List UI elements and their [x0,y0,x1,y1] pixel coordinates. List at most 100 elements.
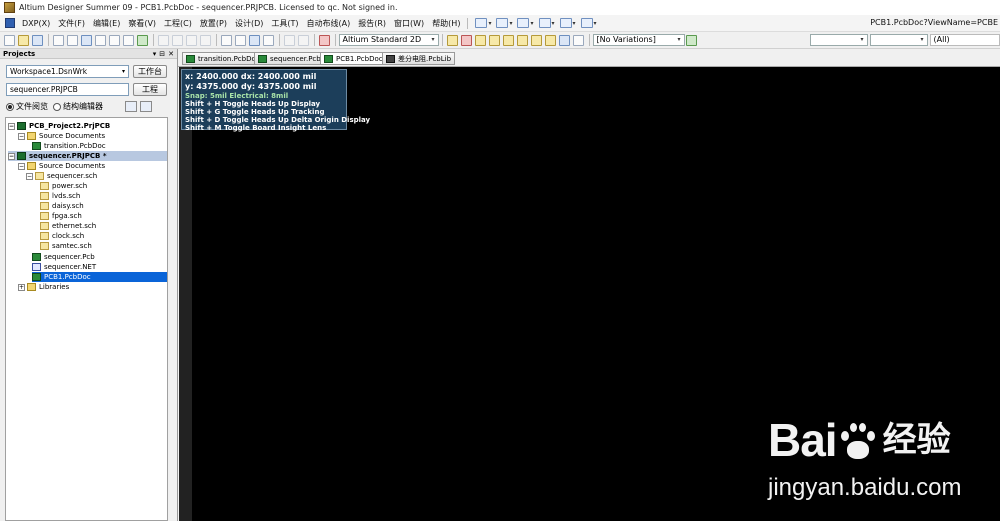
ruler-icon[interactable] [538,18,551,28]
menu-window[interactable]: 窗口(W) [390,18,428,29]
arc-icon[interactable] [517,34,528,46]
cross-probe-icon[interactable] [137,34,148,46]
tab-transition-pcbdoc[interactable]: transition.PcbDoc [182,52,264,65]
menu-project[interactable]: 工程(C) [160,18,196,29]
pin-icon[interactable]: ⊟ [159,50,165,58]
open-project-icon[interactable] [81,34,92,46]
project-button[interactable]: 工程 [133,83,167,96]
tree-node-project-selected[interactable]: − sequencer.PRJPCB * [8,151,167,161]
menu-tools[interactable]: 工具(T) [267,18,302,29]
zoom-icon[interactable] [67,34,78,46]
tab-pcblib[interactable]: 差分电阻.PcbLib [382,52,456,65]
pencil-icon[interactable] [319,34,330,46]
deselect-icon[interactable] [249,34,260,46]
menu-autoroute[interactable]: 自动布线(A) [303,18,355,29]
variant-manager-icon[interactable] [686,34,697,46]
close-icon[interactable]: ✕ [168,50,174,58]
tree-node-pcb[interactable]: sequencer.Pcb [32,252,95,262]
tree-node-net[interactable]: sequencer.NET [32,262,96,272]
tree-node-folder[interactable]: − Source Documents [18,161,105,171]
filter-select-middle[interactable]: ▾ [869,34,928,46]
via-icon[interactable] [503,34,514,46]
undo-icon[interactable] [284,34,295,46]
tree-node-sch[interactable]: ethernet.sch [40,221,96,231]
file-view-label[interactable]: 文件阅览 [16,101,48,112]
project-field[interactable]: sequencer.PRJPCB [6,83,129,96]
tree-node-sch[interactable]: power.sch [40,181,87,191]
save-icon[interactable] [32,34,43,46]
component-icon[interactable] [573,34,584,46]
filter-select-right[interactable]: (All) [929,34,1000,46]
rubber-stamp-icon[interactable] [200,34,211,46]
collapse-icon[interactable]: − [26,172,33,180]
layer-set-select[interactable]: Altium Standard 2D ▾ [338,34,439,46]
struct-editor-radio[interactable] [53,102,61,111]
workspace-select[interactable]: Workspace1.DsnWrk ▾ [6,65,129,78]
tree-node-folder[interactable]: − Source Documents [18,131,105,141]
expand-icon[interactable]: + [18,283,25,291]
print-icon[interactable] [53,34,64,46]
copy-icon[interactable] [172,34,183,46]
diff-pair-route-icon[interactable] [461,34,472,46]
tab-pcb1-pcbdoc[interactable]: PCB1.PcbDoc [320,52,387,65]
clear-filter-icon[interactable] [263,34,274,46]
zoom-area-icon[interactable] [109,34,120,46]
polygon-icon[interactable] [545,34,556,46]
tree-node-sch[interactable]: samtec.sch [40,241,92,251]
align-icon[interactable] [517,18,530,28]
menu-help[interactable]: 帮助(H) [428,18,464,29]
tree-node-sch[interactable]: clock.sch [40,231,84,241]
chevron-down-icon[interactable]: ▾ [552,20,555,27]
collapse-icon[interactable]: − [8,152,15,160]
collapse-icon[interactable]: − [18,162,25,170]
chevron-down-icon[interactable]: ▾ [573,20,576,27]
tree-node-sch[interactable]: fpga.sch [40,211,82,221]
paste-icon[interactable] [186,34,197,46]
menu-file[interactable]: 文件(F) [54,18,89,29]
cut-icon[interactable] [158,34,169,46]
wiring-icon[interactable] [475,18,488,28]
interactive-route-icon[interactable] [447,34,458,46]
menu-reports[interactable]: 报告(R) [354,18,390,29]
select-area-icon[interactable] [221,34,232,46]
workspace-button[interactable]: 工作台 [133,65,167,78]
room-icon[interactable] [559,18,572,28]
open-folder-icon[interactable] [18,34,29,46]
tree-node-doc[interactable]: transition.PcbDoc [32,141,106,151]
new-file-icon[interactable] [4,34,15,46]
zoom-selected-icon[interactable] [123,34,134,46]
file-view-radio[interactable] [6,102,14,111]
menu-edit[interactable]: 编辑(E) [89,18,124,29]
chevron-down-icon[interactable]: ▾ [509,20,512,27]
chevron-down-icon[interactable]: ▾ [530,20,533,27]
tree-node-sch[interactable]: lvds.sch [40,191,80,201]
move-icon[interactable] [235,34,246,46]
variations-select[interactable]: [No Variations] ▾ [592,34,685,46]
tab-sequencer-pcb[interactable]: sequencer.Pcb [254,52,325,65]
tree-node-pcb-active[interactable]: PCB1.PcbDoc [32,272,167,282]
chevron-down-icon[interactable]: ▾ [488,20,491,27]
panel-menu-icon[interactable]: ▾ [153,50,157,58]
zoom-fit-icon[interactable] [95,34,106,46]
redo-icon[interactable] [298,34,309,46]
menu-place[interactable]: 放置(P) [196,18,231,29]
string-icon[interactable] [559,34,570,46]
fill-icon[interactable] [531,34,542,46]
tree-node-sch[interactable]: daisy.sch [40,201,84,211]
filter-select-left[interactable]: ▾ [809,34,868,46]
struct-editor-label[interactable]: 结构编辑器 [63,101,103,112]
multi-route-icon[interactable] [475,34,486,46]
tree-node-sch-root[interactable]: − sequencer.sch [26,171,97,181]
collapse-icon[interactable]: − [8,122,15,130]
menu-design[interactable]: 设计(D) [231,18,267,29]
collapse-icon[interactable]: − [18,132,25,140]
tree-node-libraries[interactable]: + Libraries [18,282,69,292]
pad-icon[interactable] [489,34,500,46]
grid-icon[interactable] [580,18,593,28]
menu-view[interactable]: 察看(V) [124,18,160,29]
project-options-icon[interactable] [125,101,137,112]
tree-node-project[interactable]: − PCB_Project2.PrjPCB [8,121,110,131]
folder-options-icon[interactable] [140,101,152,112]
chevron-down-icon[interactable]: ▾ [594,20,597,27]
select-icon[interactable] [496,18,509,28]
